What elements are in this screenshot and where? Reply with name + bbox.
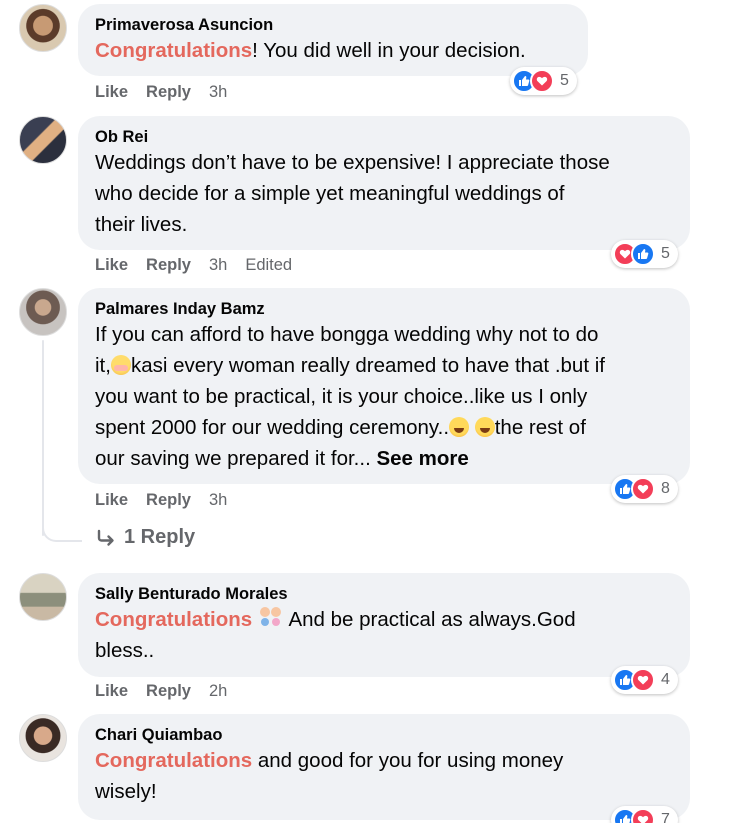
- comment-actions: Like Reply 3h Edited: [95, 256, 310, 275]
- reaction-count: 7: [661, 811, 670, 823]
- comment-author[interactable]: Ob Rei: [95, 127, 672, 147]
- reaction-count: 4: [661, 671, 670, 688]
- reply-button[interactable]: Reply: [146, 491, 191, 510]
- comment-actions: Like Reply 2h: [95, 682, 245, 701]
- comment-bubble: Sally Benturado Morales Congratulations …: [78, 573, 690, 677]
- timestamp[interactable]: 3h: [209, 256, 227, 275]
- rolling-laughing-emoji-icon: [449, 417, 470, 437]
- comment-actions: Like Reply 3h: [95, 491, 245, 510]
- comment-author[interactable]: Primaverosa Asuncion: [95, 15, 570, 35]
- thread-line: [42, 340, 44, 536]
- comment-author[interactable]: Sally Benturado Morales: [95, 584, 672, 604]
- highlight-text: Congratulations: [95, 39, 253, 62]
- avatar[interactable]: [19, 573, 67, 621]
- reaction-count: 5: [661, 245, 670, 262]
- heart-icon: [530, 69, 554, 93]
- couple-emoji-icon: [258, 605, 284, 629]
- rolling-laughing-emoji-icon: [474, 417, 495, 437]
- like-button[interactable]: Like: [95, 682, 128, 701]
- comment-author[interactable]: Palmares Inday Bamz: [95, 299, 672, 319]
- avatar[interactable]: [19, 288, 67, 336]
- reaction-summary[interactable]: 7: [611, 806, 678, 823]
- reaction-summary[interactable]: 4: [611, 666, 678, 694]
- avatar[interactable]: [19, 116, 67, 164]
- like-button[interactable]: Like: [95, 83, 128, 102]
- see-more-link[interactable]: See more: [376, 447, 468, 470]
- edited-label[interactable]: Edited: [245, 256, 292, 275]
- comment-text: Congratulations and good for you for usi…: [95, 749, 564, 803]
- timestamp[interactable]: 2h: [209, 682, 227, 701]
- reaction-count: 8: [661, 480, 670, 497]
- reply-button[interactable]: Reply: [146, 682, 191, 701]
- comment-text: Congratulations And be practical as alwa…: [95, 604, 672, 666]
- reply-button[interactable]: Reply: [146, 83, 191, 102]
- thread-connector: [42, 520, 82, 542]
- smiling-blush-emoji-icon: [110, 355, 131, 375]
- comment-bubble: Ob Rei Weddings don’t have to be expensi…: [78, 116, 690, 250]
- like-button[interactable]: Like: [95, 256, 128, 275]
- reply-button[interactable]: Reply: [146, 256, 191, 275]
- highlight-text: Congratulations: [95, 749, 253, 772]
- timestamp[interactable]: 3h: [209, 83, 227, 102]
- reaction-summary[interactable]: 5: [510, 67, 577, 95]
- timestamp[interactable]: 3h: [209, 491, 227, 510]
- comment-author[interactable]: Chari Quiambao: [95, 725, 672, 745]
- comment-bubble: Chari Quiambao Congratulations and good …: [78, 714, 690, 820]
- comment-text: If you can afford to have bongga wedding…: [95, 323, 605, 470]
- highlight-text: Congratulations: [95, 608, 253, 631]
- replies-count-label[interactable]: 1 Reply: [124, 526, 195, 549]
- comment-text: Weddings don’t have to be expensive! I a…: [95, 151, 610, 236]
- heart-icon: [631, 668, 655, 692]
- comment-bubble: Primaverosa Asuncion Congratulations! Yo…: [78, 4, 588, 76]
- reaction-summary[interactable]: 5: [611, 240, 678, 268]
- view-replies-link[interactable]: 1 Reply: [96, 526, 195, 549]
- heart-icon: [631, 477, 655, 501]
- like-icon: [631, 242, 655, 266]
- reaction-summary[interactable]: 8: [611, 475, 678, 503]
- comment-actions: Like Reply 3h: [95, 83, 245, 102]
- reply-arrow-icon: [97, 529, 114, 546]
- comment-bubble: Palmares Inday Bamz If you can afford to…: [78, 288, 690, 484]
- avatar[interactable]: [19, 4, 67, 52]
- like-button[interactable]: Like: [95, 491, 128, 510]
- heart-icon: [631, 808, 655, 823]
- avatar[interactable]: [19, 714, 67, 762]
- reaction-count: 5: [560, 72, 569, 89]
- comment-text: Congratulations! You did well in your de…: [95, 39, 526, 62]
